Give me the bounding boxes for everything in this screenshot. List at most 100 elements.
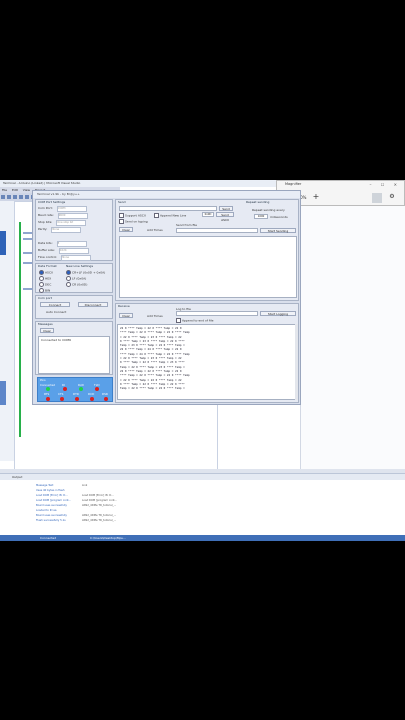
pin-label-cts: CTS [58,392,64,396]
led-dsr [104,397,108,401]
start-logging-button[interactable]: Start Logging [260,311,296,316]
receive-scrollbar[interactable] [295,324,298,400]
receive-output[interactable]: 22 0 **** Temp = 22 0 **** Temp = 22 0 *… [117,324,297,400]
undo-icon[interactable] [19,195,23,199]
pins-panel: Pins Connected RI RxD TxD RTS CTS DTR DC… [37,377,113,402]
send-file-path[interactable] [176,228,258,233]
output-header: Output [0,474,405,480]
messages-clear-button[interactable]: Clear [40,328,54,333]
dock-tab-toolbox[interactable] [0,231,6,255]
data-format-group: Data Format ASCII HEX DEC BIN New Line S… [35,263,113,293]
radio-hex[interactable]: HEX [39,276,51,281]
led-dcd [90,397,94,401]
parity-field[interactable]: Parity: None [38,227,82,233]
list-item[interactable]: Board uses successfully LRN2_4DMe TR_tuto… [36,504,142,508]
status-path: C:\Users\Desktop\Mpu... [90,536,127,540]
repeat-interval[interactable]: 1000 [254,214,268,219]
messages-label: Messages [38,322,53,326]
radio-cr[interactable]: CR (0x0D) [66,282,87,287]
left-dock [0,201,14,461]
redo-icon[interactable] [25,195,29,199]
list-item[interactable]: Load ROM [program cont... Load ROM [progr… [36,499,142,503]
data-bits-field[interactable]: Data bits: 8 [38,241,87,247]
send-button[interactable]: Send [219,206,233,211]
radio-bin[interactable]: BIN [39,288,50,293]
send-on-typing-checkbox[interactable]: Send on typing [119,219,148,224]
list-item[interactable]: Board uses successfully LRN2_4DMe TR_tuto… [36,514,142,518]
com-settings-label: COM Port Settings [38,200,66,204]
led-rts[interactable] [46,397,50,401]
send-ascii-button[interactable]: Send ASCII [216,212,234,222]
list-item[interactable]: Uses 40 bytes in flash [36,489,142,493]
com-port-settings-group: COM Port Settings Com Port: COM3 Baud rat… [35,199,113,261]
screen-area: Terminal - Arduino (Linked) | Microsoft … [0,180,405,541]
messages-group: Messages Clear Connected to COM6 [35,321,113,375]
send-label: Send [118,200,126,204]
newline-value[interactable]: 0x0D [202,212,214,217]
flow-control-field[interactable]: Flow control: None [38,255,92,261]
send-history-box[interactable] [119,236,297,298]
radio-dec[interactable]: DEC [39,282,51,287]
receive-label: Receive [118,304,130,308]
radio-crlf[interactable]: CR+LF (0x0D + 0x0A) [66,270,105,275]
list-item[interactable]: Flash successfully 5.1s LRN2_4DMe TR_tuto… [36,519,142,523]
status-left: Connected [40,536,57,540]
new-line-label: New Line Settings [66,264,94,268]
repeat-every-label: Repeat sending every [252,208,285,212]
receive-add-times[interactable]: Add Times [147,314,163,318]
connect-button[interactable]: Connect [40,302,70,307]
list-item[interactable]: Loaded to ID aa [36,509,142,513]
send-input[interactable] [119,206,217,211]
zoom-in-button[interactable]: + [311,192,321,202]
support-ascii-checkbox[interactable]: Support ASCII [119,213,146,218]
radio-lf[interactable]: LF (0x0A) [66,276,86,281]
menu-file[interactable]: File [2,188,7,192]
led-dtr[interactable] [75,397,79,401]
pin-label-dsr: DSR [102,392,108,396]
led-txd [95,387,99,391]
led-connected [46,387,50,391]
pin-label-rts: RTS [44,392,50,396]
pins-label: Pins [40,378,46,382]
save-icon[interactable] [13,195,17,199]
send-add-times[interactable]: Add Times [147,228,163,232]
com-port-group: Com port Connect Disconnect Auto Connect [35,295,113,319]
change-indicator-bar [19,222,21,437]
data-format-label: Data Format [38,264,57,268]
menu-edit[interactable]: Edit [12,188,18,192]
open-icon[interactable] [7,195,11,199]
log-file-path[interactable] [176,311,258,316]
start-sending-button[interactable]: Start Sending [260,228,296,233]
auto-connect-label[interactable]: Auto Connect [46,310,66,314]
ide-status-bar: Connected C:\Users\Desktop\Mpu... [0,535,405,541]
append-to-file-checkbox[interactable]: Append to end of file [176,318,213,323]
menu-view[interactable]: View [23,188,30,192]
receive-clear-button[interactable]: Clear [119,313,133,318]
pin-label-dtr: DTR [73,392,79,396]
repeat-sending-label: Repeat sending [246,200,270,204]
message-text: Connected to COM6 [41,338,72,342]
list-item[interactable]: Load ROM [Error] I8: D... Load ROM [Error… [36,494,142,498]
stop-bits-field[interactable]: Stop bits: One stop bit [38,220,87,226]
baud-rate-field[interactable]: Baud rate: 9600 [38,213,88,219]
buffer-size-field[interactable]: Buffer size: 1024 [38,248,89,254]
pin-label-dcd: DCD [88,392,95,396]
disconnect-button[interactable]: Disconnect [78,302,108,307]
output-panel: Output Message Text Link Uses 40 bytes in… [0,473,405,538]
gear-icon[interactable]: ⚙ [387,192,397,202]
dock-tab-explorer[interactable] [0,381,6,405]
radio-ascii[interactable]: ASCII [39,270,53,275]
com-port-label: Com port [38,296,52,300]
messages-box: Connected to COM6 [38,336,110,374]
window-controls[interactable]: – ☐ ✕ [370,182,401,187]
list-item[interactable]: Message Text Link [36,484,142,488]
magnifier-title: Magnifier [285,182,302,186]
view-mode-button[interactable] [372,193,382,203]
new-file-icon[interactable] [1,195,5,199]
com-port-field[interactable]: Com Port: COM3 [38,206,87,212]
led-ri [63,387,67,391]
append-newline-checkbox[interactable]: Append New Line [154,213,186,218]
send-clear-button[interactable]: Clear [119,227,133,232]
led-cts [60,397,64,401]
send-group: Send Send Support ASCII Append New Line … [115,199,299,301]
